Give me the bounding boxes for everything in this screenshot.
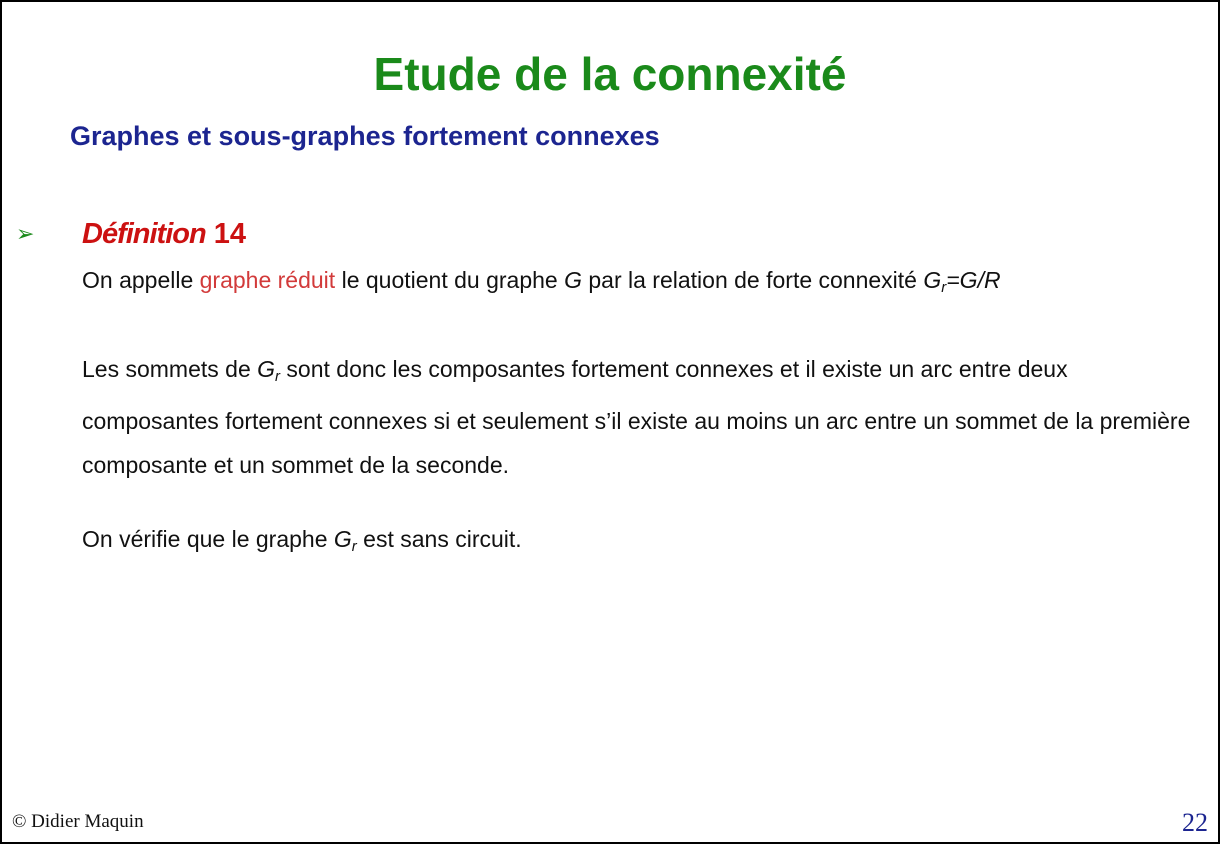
slide: Etude de la connexité Graphes et sous-gr… <box>0 0 1220 844</box>
definition-label: Définition <box>82 218 207 250</box>
definition-heading: Définition 14 <box>82 215 246 253</box>
quotient-formula: =G/R <box>946 267 1001 293</box>
graph-symbol: G <box>564 267 582 293</box>
conclusion-paragraph: On vérifie que le graphe Gr est sans cir… <box>82 520 1192 566</box>
definition-number: 14 <box>213 218 247 250</box>
p1-text-2: le quotient du graphe <box>335 267 565 293</box>
p2-text-1: Les sommets de <box>82 356 258 382</box>
definition-paragraph: On appelle graphe réduit le quotient du … <box>82 261 1192 307</box>
highlighted-term: graphe réduit <box>199 267 336 293</box>
p3-text-2: est sans circuit. <box>356 526 522 552</box>
slide-subtitle: Graphes et sous-graphes fortement connex… <box>70 121 660 151</box>
p1-text-3: par la relation de forte connexité <box>581 267 924 293</box>
arrow-bullet-icon: ➢ <box>16 222 35 247</box>
slide-title: Etude de la connexité <box>373 48 847 100</box>
page-number: 22 <box>1182 808 1208 837</box>
p1-text-1: On appelle <box>82 267 200 293</box>
footer-author: © Didier Maquin <box>12 811 144 832</box>
reduced-graph-symbol: G <box>257 356 276 382</box>
p3-text-1: On vérifie que le graphe <box>82 526 334 552</box>
reduced-graph-symbol: G <box>333 526 352 552</box>
reduced-graph-symbol: G <box>923 267 942 293</box>
explanation-paragraph: Les sommets de Gr sont donc les composan… <box>82 347 1192 487</box>
